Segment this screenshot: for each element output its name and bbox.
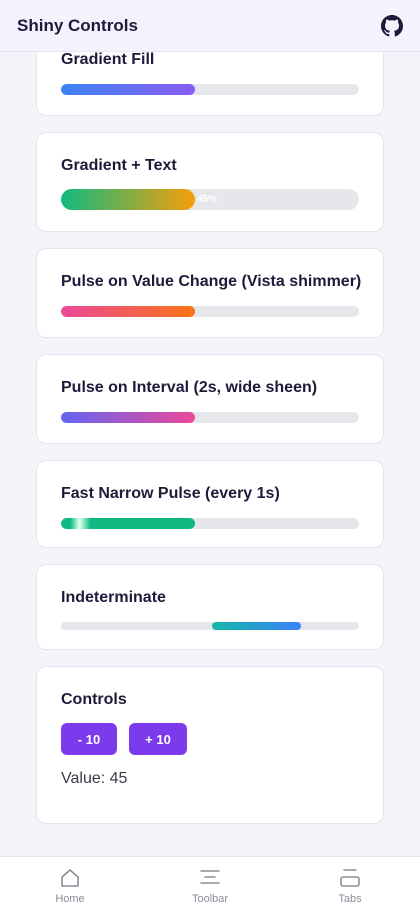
progress-percent-label: 45% [197, 194, 218, 205]
card-title: Pulse on Interval (2s, wide sheen) [61, 379, 318, 396]
scroll-content[interactable]: Gradient Fill Gradient + Text 45% Pulse … [0, 0, 420, 856]
card-indeterminate: Indeterminate [36, 564, 384, 650]
progress-fill [61, 518, 196, 529]
nav-label: Toolbar [191, 893, 229, 905]
progress-fill [61, 306, 196, 317]
card-title: Fast Narrow Pulse (every 1s) [61, 485, 280, 502]
controls-title: Controls [61, 691, 127, 708]
progress-track [61, 412, 359, 423]
increment-button[interactable]: + 10 [129, 723, 187, 755]
nav-item-home[interactable]: Home [0, 857, 140, 912]
card-controls: Controls - 10 + 10 Value: 45 [36, 666, 384, 824]
card-title: Gradient Fill [61, 51, 155, 68]
progress-track [61, 518, 359, 529]
nav-item-toolbar[interactable]: Toolbar [140, 857, 280, 912]
nav-label: Tabs [338, 893, 362, 905]
app-header: Shiny Controls [0, 0, 420, 52]
card-title: Indeterminate [61, 589, 166, 606]
value-display: Value: 45 [61, 770, 127, 788]
value-number: 45 [109, 770, 128, 787]
progress-track-indeterminate [61, 622, 359, 630]
indeterminate-indicator [212, 622, 301, 630]
progress-track [61, 306, 359, 317]
progress-track [61, 84, 359, 95]
decrement-button[interactable]: - 10 [61, 723, 117, 755]
github-icon[interactable] [381, 14, 403, 37]
card-title: Pulse on Value Change (Vista shimmer) [61, 273, 362, 290]
card-pulse-interval: Pulse on Interval (2s, wide sheen) [36, 354, 384, 444]
progress-fill [61, 412, 196, 423]
value-prefix: Value: [61, 770, 106, 787]
toolbar-icon [200, 870, 220, 884]
card-title: Gradient + Text [61, 157, 177, 174]
nav-label: Home [55, 893, 85, 905]
progress-fill [61, 84, 196, 95]
app-root: Gradient Fill Gradient + Text 45% Pulse … [0, 0, 420, 912]
card-fast-narrow-pulse: Fast Narrow Pulse (every 1s) [36, 460, 384, 548]
home-icon [61, 869, 79, 887]
nav-item-tabs[interactable]: Tabs [280, 857, 420, 912]
progress-track: 45% [61, 189, 359, 210]
bottom-nav: Home Toolbar Tabs [0, 856, 420, 912]
card-pulse-value-change: Pulse on Value Change (Vista shimmer) [36, 248, 384, 338]
progress-fill [61, 189, 196, 210]
tabs-icon [340, 869, 360, 887]
card-gradient-text: Gradient + Text 45% [36, 132, 384, 232]
page-title: Shiny Controls [17, 15, 138, 35]
